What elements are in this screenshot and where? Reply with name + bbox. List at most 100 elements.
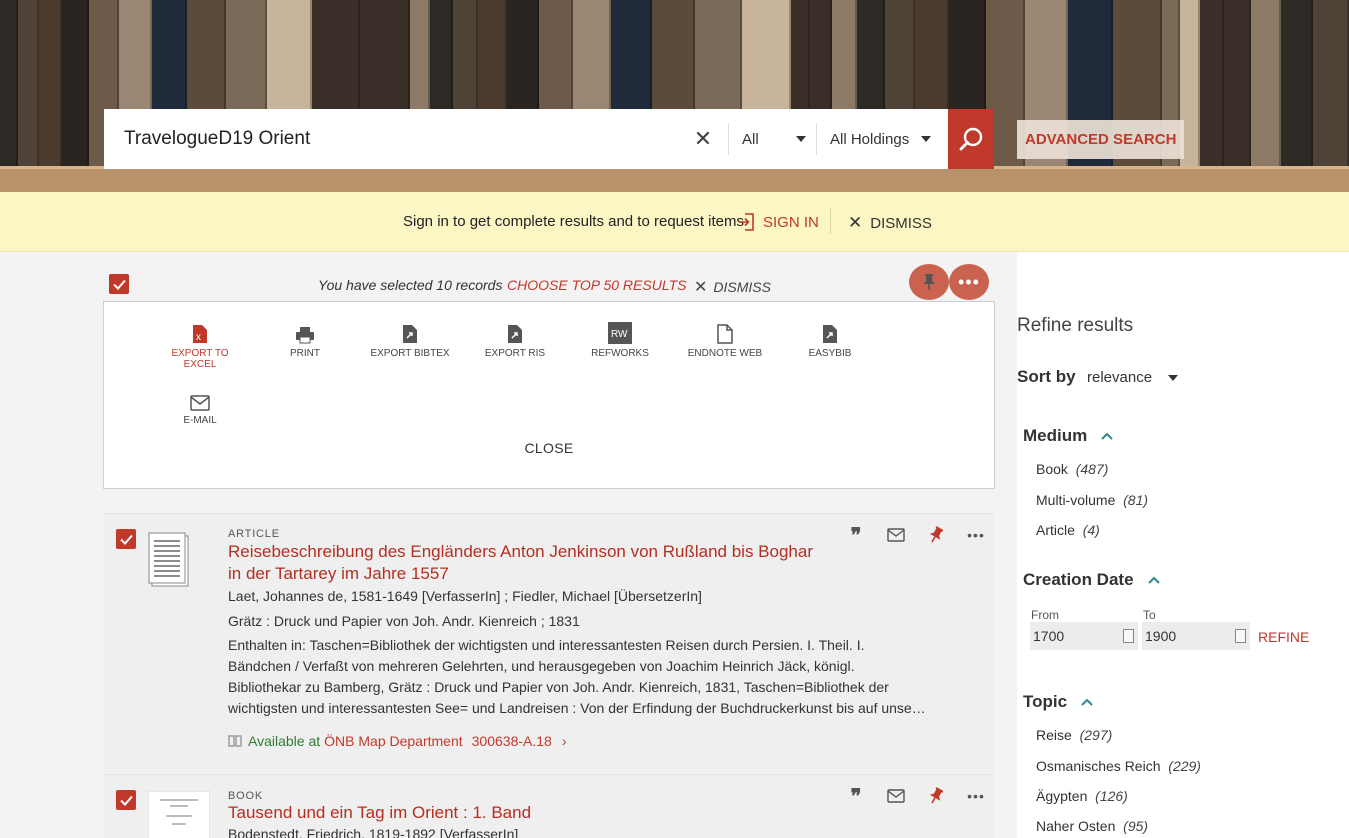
- choose-top50-button[interactable]: CHOOSE TOP 50 RESULTS: [507, 277, 686, 293]
- export-bibtex-label: EXPORT BIBTEX: [370, 348, 450, 359]
- result-title[interactable]: Tausend und ein Tag im Orient : 1. Band: [228, 802, 828, 824]
- endnote-web-label: ENDNOTE WEB: [687, 348, 763, 359]
- close-icon: ✕: [694, 279, 708, 296]
- print-icon: [296, 327, 314, 344]
- holdings-select[interactable]: All Holdings: [830, 109, 932, 169]
- checkmark-icon: [119, 534, 133, 545]
- print-button[interactable]: PRINT: [260, 320, 350, 359]
- ris-icon: [508, 325, 522, 343]
- email-result-icon[interactable]: [876, 786, 916, 806]
- more-icon[interactable]: •••: [956, 786, 994, 806]
- clear-search-icon[interactable]: ✕: [692, 127, 714, 151]
- sort-select[interactable]: relevance: [1087, 369, 1179, 386]
- book-spine: [1313, 0, 1349, 192]
- signin-button[interactable]: SIGN IN: [738, 213, 819, 231]
- book-cover-thumbnail[interactable]: [147, 790, 211, 838]
- email-result-icon[interactable]: [876, 525, 916, 545]
- export-bibtex-button[interactable]: EXPORT BIBTEX: [365, 320, 455, 359]
- refworks-label: REFWORKS: [591, 348, 649, 359]
- date-from-input[interactable]: 1700: [1030, 622, 1138, 650]
- search-icon: [959, 127, 983, 151]
- print-label: PRINT: [290, 348, 320, 359]
- divider: [816, 123, 817, 155]
- dismiss-banner-button[interactable]: ✕ DISMISS: [848, 213, 932, 233]
- email-label: E-MAIL: [183, 415, 217, 426]
- facet-item[interactable]: Book (487): [1036, 461, 1108, 477]
- scope-select-value: All: [742, 130, 759, 148]
- book-cover-image: [147, 790, 211, 838]
- signin-banner-text: Sign in to get complete results and to r…: [403, 213, 745, 230]
- more-icon: •••: [958, 272, 980, 292]
- search-button[interactable]: [948, 109, 994, 169]
- excel-icon: x: [193, 325, 207, 343]
- facet-creation-date-header[interactable]: Creation Date: [1023, 570, 1160, 590]
- close-panel-button[interactable]: CLOSE: [504, 440, 594, 456]
- availability-location: ÖNB Map Department: [324, 733, 463, 749]
- export-excel-label: EXPORT TO EXCEL: [171, 348, 229, 370]
- book-spine: [1224, 0, 1251, 192]
- result-title[interactable]: Reisebeschreibung des Engländers Anton J…: [228, 541, 828, 585]
- article-thumbnail[interactable]: [148, 532, 190, 593]
- pin-icon[interactable]: [916, 525, 956, 545]
- refine-sidebar: Refine results Sort by relevance Medium …: [1017, 252, 1349, 838]
- spinner-icon[interactable]: [1123, 629, 1134, 643]
- book-spine: [0, 0, 18, 192]
- search-bar: ✕ All All Holdings: [104, 109, 948, 169]
- export-excel-button[interactable]: x EXPORT TO EXCEL: [155, 320, 245, 370]
- book-spine: [17, 0, 39, 192]
- refine-button[interactable]: REFINE: [1258, 629, 1309, 645]
- divider: [830, 208, 831, 234]
- book-spine: [1200, 0, 1225, 192]
- facet-item[interactable]: Article (4): [1036, 522, 1100, 538]
- book-spine: [1280, 0, 1314, 192]
- book-spine: [62, 0, 90, 192]
- signin-icon: [739, 213, 754, 231]
- result-item: ARTICLE Reisebeschreibung des Engländers…: [104, 513, 994, 773]
- facet-item[interactable]: Reise (297): [1036, 727, 1112, 743]
- more-options-button[interactable]: •••: [949, 264, 989, 300]
- date-to-input[interactable]: 1900: [1142, 622, 1250, 650]
- pin-icon[interactable]: [916, 786, 956, 806]
- citation-icon[interactable]: ❞: [836, 525, 876, 547]
- easybib-icon: [823, 325, 837, 343]
- availability-link[interactable]: Available at ÖNB Map Department 300638-A…: [228, 733, 567, 749]
- facet-item[interactable]: Multi-volume (81): [1036, 492, 1148, 508]
- export-ris-button[interactable]: EXPORT RIS: [470, 320, 560, 359]
- email-button[interactable]: E-MAIL: [155, 387, 245, 426]
- endnote-web-button[interactable]: ENDNOTE WEB: [680, 320, 770, 359]
- checkmark-icon: [119, 795, 133, 806]
- more-icon[interactable]: •••: [956, 525, 996, 545]
- spinner-icon[interactable]: [1235, 629, 1246, 643]
- divider: [728, 123, 729, 155]
- svg-text:RW: RW: [611, 329, 628, 340]
- result-checkbox[interactable]: [116, 790, 136, 810]
- facet-medium-header[interactable]: Medium: [1023, 426, 1113, 446]
- shelf-decoration: [0, 166, 1349, 192]
- citation-icon[interactable]: ❞: [836, 786, 876, 808]
- scope-select[interactable]: All: [742, 109, 806, 169]
- facet-item[interactable]: Ägypten (126): [1036, 788, 1128, 804]
- advanced-search-button[interactable]: ADVANCED SEARCH: [1017, 120, 1185, 159]
- easybib-button[interactable]: EASYBIB: [785, 320, 875, 359]
- chevron-up-icon: [1101, 432, 1113, 440]
- email-icon: [190, 395, 210, 411]
- facet-item[interactable]: Naher Osten (95): [1036, 818, 1148, 834]
- select-all-checkbox[interactable]: [109, 274, 129, 294]
- facet-topic-header[interactable]: Topic: [1023, 692, 1093, 712]
- book-spine: [1250, 0, 1281, 192]
- facet-title: Topic: [1023, 692, 1068, 711]
- result-checkbox[interactable]: [116, 529, 136, 549]
- refworks-button[interactable]: RW REFWORKS: [575, 320, 665, 359]
- result-publication: Grätz : Druck und Papier von Joh. Andr. …: [228, 613, 580, 629]
- result-author: Bodenstedt, Friedrich, 1819-1892 [Verfas…: [228, 826, 519, 838]
- dismiss-selection-button[interactable]: ✕ DISMISS: [694, 277, 771, 297]
- selection-bar: You have selected 10 records CHOOSE TOP …: [104, 262, 994, 302]
- pin-selection-button[interactable]: [909, 264, 949, 300]
- easybib-label: EASYBIB: [808, 348, 852, 359]
- close-icon: ✕: [848, 213, 863, 232]
- book-spine: [38, 0, 63, 192]
- facet-item[interactable]: Osmanisches Reich (229): [1036, 758, 1201, 774]
- search-input[interactable]: [124, 109, 684, 169]
- bibtex-icon: [403, 325, 417, 343]
- book-spine: [1025, 0, 1068, 192]
